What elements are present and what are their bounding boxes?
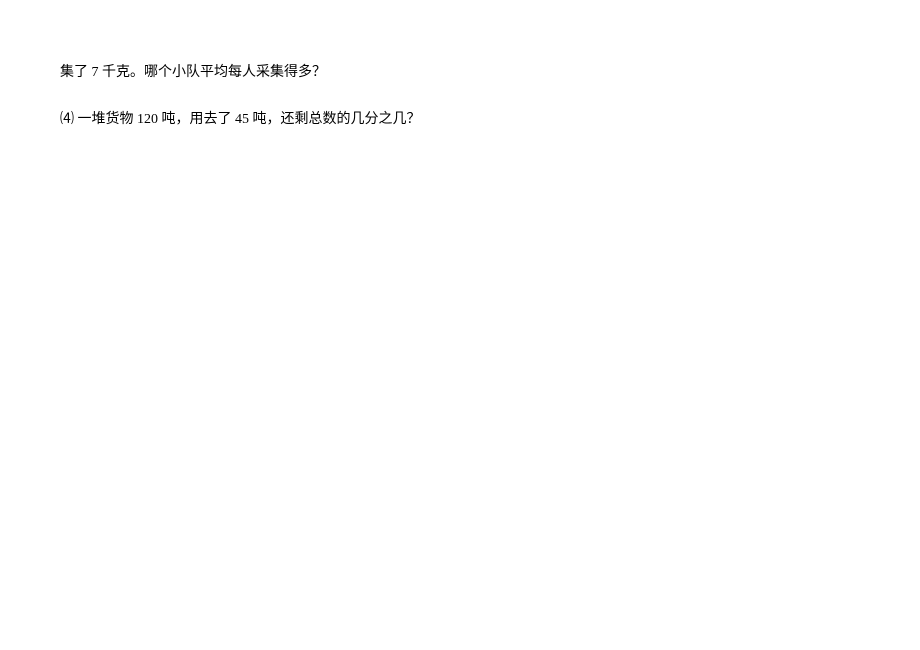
problem-4-line: ⑷ 一堆货物 120 吨，用去了 45 吨，还剩总数的几分之几？ xyxy=(60,107,860,132)
problem-number-4: ⑷ xyxy=(60,112,74,127)
problem-text-fragment: 集了 7 千克。哪个小队平均每人采集得多？ xyxy=(60,65,326,80)
problem-4-text: 一堆货物 120 吨，用去了 45 吨，还剩总数的几分之几？ xyxy=(74,112,421,127)
problem-fragment-line: 集了 7 千克。哪个小队平均每人采集得多？ xyxy=(60,60,860,85)
